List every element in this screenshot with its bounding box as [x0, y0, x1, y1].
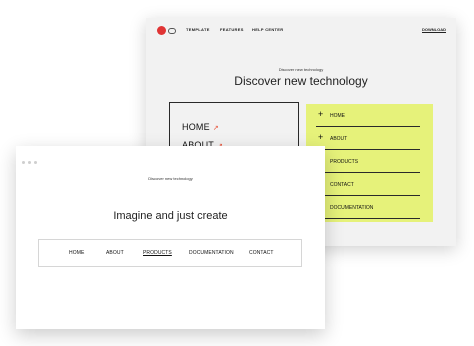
panel-item-documentation[interactable]: DOCUMENTATION [316, 196, 420, 219]
window-dot-icon [34, 161, 37, 164]
front-nav-products[interactable]: PRODUCTS [143, 250, 172, 256]
back-page-title: Discover new technology [234, 74, 368, 88]
toggle-icon[interactable] [168, 28, 176, 34]
menu-box-item-home[interactable]: HOME ↗ [182, 122, 219, 132]
front-page-title: Imagine and just create [113, 210, 228, 222]
panel-item-label: ABOUT [330, 136, 348, 142]
nav-link-help-center[interactable]: HELP CENTER [252, 27, 283, 32]
front-nav-bar: HOME ABOUT PRODUCTS DOCUMENTATION CONTAC… [38, 239, 302, 267]
front-nav-documentation[interactable]: DOCUMENTATION [189, 250, 234, 256]
nav-link-template[interactable]: TEMPLATE [186, 27, 210, 32]
front-nav-home[interactable]: HOME [69, 250, 84, 256]
window-dot-icon [22, 161, 25, 164]
nav-link-features[interactable]: FEATURES [220, 27, 244, 32]
plus-icon: + [318, 109, 324, 119]
back-top-nav: TEMPLATE FEATURES HELP CENTER DOWNLOAD [146, 18, 456, 42]
front-nav-about[interactable]: ABOUT [106, 250, 124, 256]
panel-item-label: HOME [330, 113, 345, 119]
back-eyebrow-text: Discover new technology [278, 67, 324, 72]
download-link[interactable]: DOWNLOAD [422, 27, 446, 32]
plus-icon: + [318, 132, 324, 142]
panel-item-label: CONTACT [330, 182, 354, 188]
side-menu-panel: + HOME + ABOUT PRODUCTS CONTACT DOCUMENT… [306, 104, 433, 222]
logo-icon[interactable] [157, 26, 166, 35]
window-dot-icon [28, 161, 31, 164]
panel-item-label: PRODUCTS [330, 159, 359, 165]
panel-item-contact[interactable]: CONTACT [316, 173, 420, 196]
panel-item-label: DOCUMENTATION [330, 205, 374, 211]
front-nav-contact[interactable]: CONTACT [249, 250, 274, 256]
panel-item-products[interactable]: PRODUCTS [316, 150, 420, 173]
menu-box-label: HOME [182, 122, 210, 132]
front-eyebrow-text: Discover new technology [148, 176, 193, 181]
arrow-up-right-icon: ↗ [212, 125, 219, 132]
panel-item-home[interactable]: + HOME [316, 104, 420, 127]
panel-item-about[interactable]: + ABOUT [316, 127, 420, 150]
window-dots [22, 151, 40, 169]
front-window: Discover new technology Imagine and just… [16, 146, 325, 329]
